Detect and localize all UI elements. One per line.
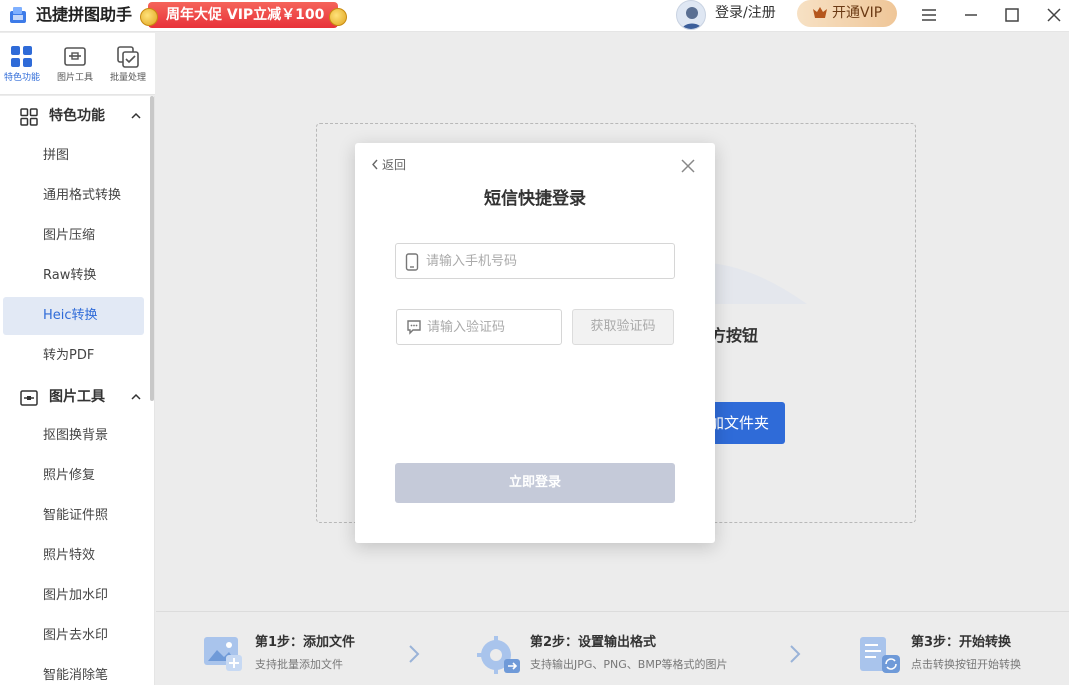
chevron-left-icon (371, 159, 379, 170)
phone-field[interactable] (395, 243, 675, 279)
code-input[interactable] (427, 310, 557, 344)
phone-input[interactable] (426, 244, 666, 278)
get-code-button[interactable]: 获取验证码 (572, 309, 674, 345)
phone-icon (405, 253, 419, 271)
dialog-title: 短信快捷登录 (355, 188, 715, 210)
code-field[interactable] (396, 309, 562, 345)
back-label: 返回 (382, 158, 406, 172)
message-icon (406, 319, 422, 335)
login-submit-button[interactable]: 立即登录 (395, 463, 675, 503)
sms-login-dialog: 返回 短信快捷登录 获取验证码 立即登录 (355, 143, 715, 543)
close-icon[interactable] (679, 157, 697, 175)
back-link[interactable]: 返回 (371, 157, 406, 173)
